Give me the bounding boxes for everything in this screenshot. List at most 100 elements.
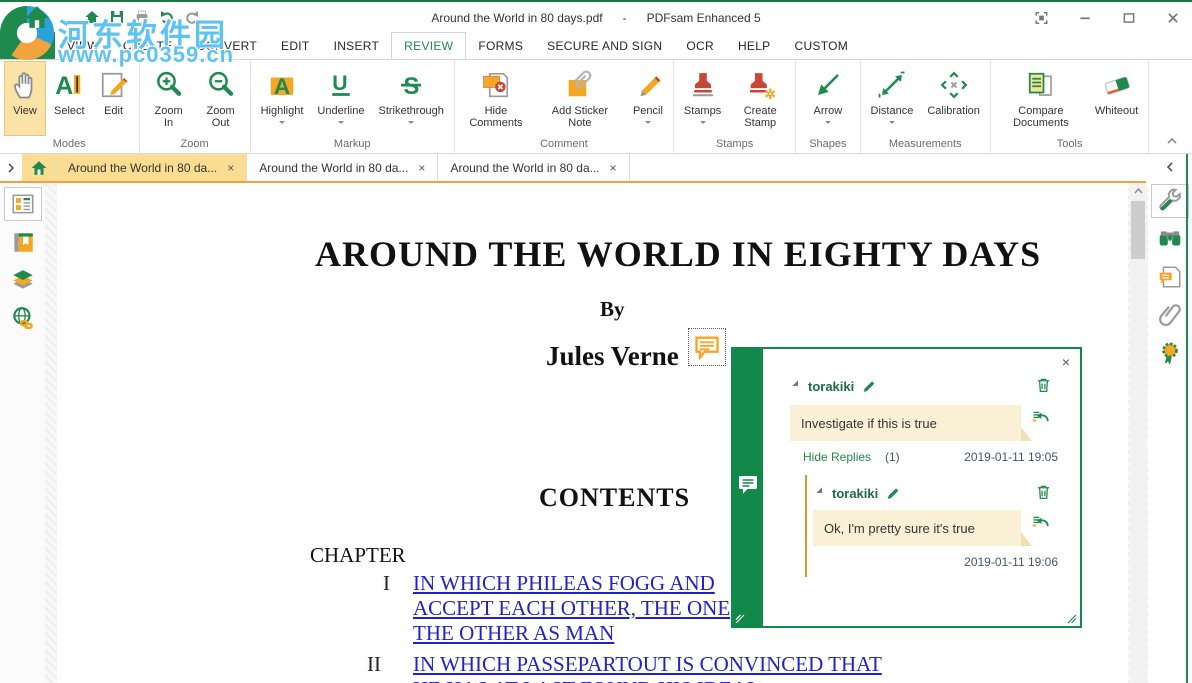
binoculars-icon[interactable] — [1151, 222, 1189, 256]
add-sticker-note-button[interactable]: Add Sticker Note — [535, 61, 625, 136]
delete-trash-icon[interactable] — [1035, 376, 1052, 394]
scrollbar-thumb[interactable] — [1131, 201, 1145, 259]
dropdown-arrow-icon[interactable] — [408, 121, 415, 127]
select-text-icon: A — [54, 67, 84, 103]
toc-link-line[interactable]: IN WHICH PHILEAS FOGG AND — [413, 571, 715, 596]
svg-text:A: A — [56, 72, 74, 100]
web-links-icon[interactable] — [4, 301, 42, 335]
edit-button[interactable]: Edit — [93, 61, 135, 136]
scroll-up-icon[interactable] — [1130, 183, 1146, 199]
tab-view[interactable]: VIEW — [55, 32, 111, 59]
close-icon[interactable]: × — [610, 162, 617, 174]
chevron-right-icon[interactable] — [0, 154, 22, 181]
underline-button[interactable]: U Underline — [311, 61, 370, 136]
toc-link-line[interactable]: ACCEPT EACH OTHER, THE ONE — [413, 596, 730, 621]
resize-grip-icon[interactable] — [1067, 614, 1077, 624]
underline-icon: U — [326, 67, 356, 103]
collapse-triangle-icon[interactable] — [816, 487, 828, 499]
tab-forms[interactable]: FORMS — [466, 32, 535, 59]
arrow-button[interactable]: Arrow — [807, 61, 849, 136]
button-label: Pencil — [632, 105, 663, 117]
group-label: Stamps — [715, 138, 754, 150]
paperclip-icon[interactable] — [1151, 298, 1189, 332]
view-button[interactable]: View — [4, 61, 46, 136]
close-icon[interactable]: × — [227, 162, 234, 174]
layers-icon[interactable] — [4, 263, 42, 297]
maximize-icon[interactable] — [1118, 8, 1140, 28]
tab-edit[interactable]: EDIT — [269, 32, 322, 59]
vertical-scrollbar[interactable] — [1130, 183, 1146, 683]
tab-custom[interactable]: CUSTOM — [783, 32, 861, 59]
tab-create[interactable]: CREATE — [111, 32, 185, 59]
dropdown-arrow-icon[interactable] — [644, 121, 651, 127]
toc-link-line[interactable]: IN WHICH PASSEPARTOUT IS CONVINCED THAT — [413, 652, 882, 677]
ribbon-group-shapes: Arrow Shapes — [796, 60, 861, 153]
button-label: Select — [54, 105, 85, 117]
close-icon[interactable] — [1162, 8, 1184, 28]
strikethrough-button[interactable]: S Strikethrough — [372, 61, 449, 136]
wrench-icon[interactable] — [1151, 184, 1189, 218]
close-icon[interactable]: × — [1062, 355, 1070, 369]
button-label: Create Stamp — [743, 105, 777, 129]
sticky-note-icon[interactable] — [688, 328, 726, 366]
hide-comments-button[interactable]: Hide Comments — [459, 61, 533, 136]
tab-convert[interactable]: CONVERT — [184, 32, 269, 59]
hide-replies-link[interactable]: Hide Replies — [803, 450, 871, 464]
dropdown-arrow-icon[interactable] — [699, 121, 706, 127]
reply-icon[interactable] — [1030, 512, 1052, 532]
document-title: AROUND THE WORLD IN EIGHTY DAYS — [315, 234, 1042, 274]
delete-trash-icon[interactable] — [1035, 483, 1052, 501]
contents-heading: CONTENTS — [539, 483, 691, 512]
whiteout-button[interactable]: Whiteout — [1089, 61, 1144, 136]
group-label: Shapes — [809, 138, 847, 150]
dropdown-arrow-icon[interactable] — [824, 121, 831, 127]
edit-pencil-icon[interactable] — [861, 378, 877, 394]
tab-review[interactable]: REVIEW — [391, 32, 467, 59]
tab-secure-and-sign[interactable]: SECURE AND SIGN — [535, 32, 674, 59]
pencil-button[interactable]: Pencil — [627, 61, 669, 136]
close-icon[interactable]: × — [418, 162, 425, 174]
collapse-triangle-icon[interactable] — [792, 380, 804, 392]
comments-panel-icon[interactable] — [1151, 260, 1189, 294]
tab-insert[interactable]: INSERT — [322, 32, 392, 59]
comment-popup-sidebar[interactable] — [733, 349, 763, 626]
document-tab[interactable]: Around the World in 80 da... × — [247, 154, 439, 181]
document-tab[interactable]: Around the World in 80 da... × — [56, 154, 248, 181]
page-layout-icon[interactable] — [3, 187, 42, 221]
zoom-out-button[interactable]: Zoom Out — [196, 61, 246, 136]
stamp-icon — [688, 67, 718, 103]
zoom-in-button[interactable]: Zoom In — [144, 61, 194, 136]
distance-button[interactable]: Distance — [865, 61, 920, 136]
create-stamp-button[interactable]: ✲ Create Stamp — [729, 61, 791, 136]
menu-bar: FILE VIEW CREATE CONVERT EDIT INSERT REV… — [0, 32, 1192, 59]
tab-ocr[interactable]: OCR — [674, 32, 726, 59]
tab-help[interactable]: HELP — [726, 32, 783, 59]
dropdown-arrow-icon[interactable] — [337, 121, 344, 127]
dropdown-arrow-icon[interactable] — [888, 121, 895, 127]
document-tab-title: Around the World in 80 da... — [259, 160, 409, 175]
document-byline: By — [600, 297, 625, 321]
resize-grip-icon[interactable] — [735, 614, 745, 624]
group-label: Tools — [1056, 138, 1083, 150]
highlight-button[interactable]: A Highlight — [255, 61, 310, 136]
edit-pencil-icon[interactable] — [885, 485, 901, 501]
toc-link-line[interactable]: THE OTHER AS MAN — [413, 621, 614, 646]
select-button[interactable]: A Select — [48, 61, 91, 136]
stamps-button[interactable]: Stamps — [678, 61, 727, 136]
file-menu-button[interactable]: FILE — [0, 32, 55, 59]
rosette-icon[interactable] — [1151, 336, 1189, 370]
comment-text-bubble[interactable]: Investigate if this is true — [790, 405, 1032, 441]
fullscreen-icon[interactable] — [1030, 8, 1052, 28]
compare-documents-button[interactable]: Compare Documents — [995, 61, 1087, 136]
home-tab[interactable] — [22, 154, 56, 181]
calibration-button[interactable]: Calibration — [921, 61, 986, 136]
reply-icon[interactable] — [1030, 407, 1052, 427]
document-tab[interactable]: Around the World in 80 da... × — [438, 154, 630, 181]
ribbon-collapse-icon[interactable] — [1166, 137, 1178, 145]
dropdown-arrow-icon[interactable] — [278, 121, 285, 127]
toc-link-line[interactable]: HE HAS AT LAST FOUND HIS IDEAL — [413, 677, 760, 683]
reply-text-bubble[interactable]: Ok, I'm pretty sure it's true — [813, 510, 1032, 546]
minimize-icon[interactable] — [1074, 8, 1096, 28]
bookmarks-icon[interactable] — [4, 225, 42, 259]
button-label: Hide Comments — [469, 105, 523, 129]
